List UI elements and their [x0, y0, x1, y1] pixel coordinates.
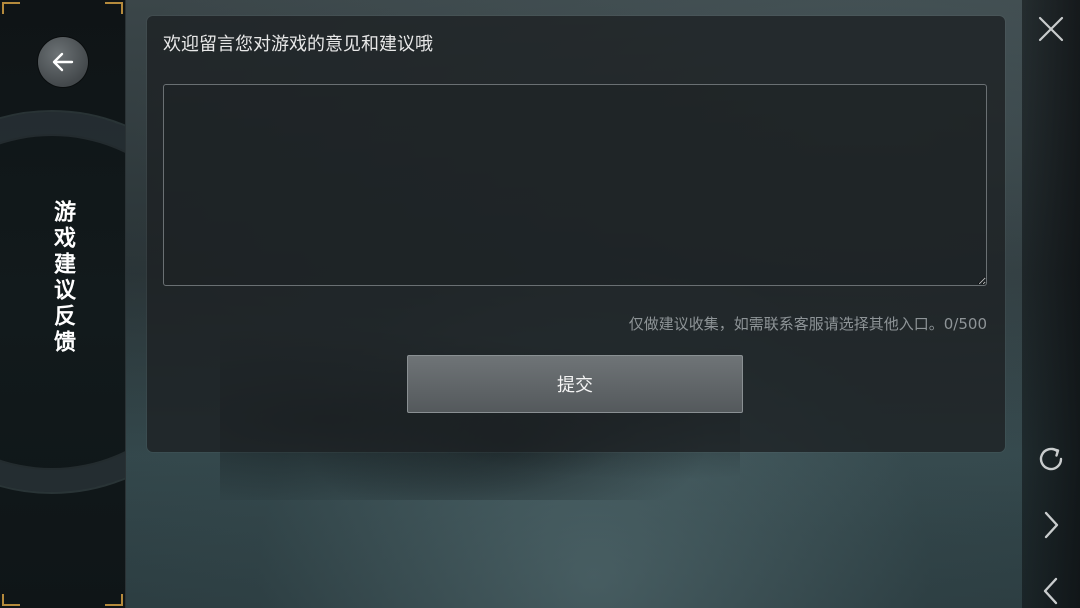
arrow-left-icon: [52, 52, 74, 72]
submit-button-label: 提交: [557, 375, 593, 396]
refresh-button[interactable]: [1030, 438, 1072, 480]
corner-ornament: [105, 2, 123, 14]
forward-button[interactable]: [1030, 504, 1072, 546]
panel-title: 欢迎留言您对游戏的意见和建议哦: [163, 34, 433, 55]
close-icon: [1038, 16, 1064, 42]
game-screen: 游戏建议反馈 欢迎留言您对游戏的意见和建议哦 仅做建议收集，如需联系客服请选择其…: [0, 0, 1080, 608]
chevron-left-icon: [1043, 577, 1058, 605]
back-button[interactable]: [38, 37, 88, 87]
close-button[interactable]: [1030, 8, 1072, 50]
character-count-hint: 仅做建议收集，如需联系客服请选择其他入口。0/500: [628, 315, 987, 333]
corner-ornament: [2, 2, 20, 14]
feedback-textarea[interactable]: [163, 84, 987, 286]
feedback-panel: 欢迎留言您对游戏的意见和建议哦 仅做建议收集，如需联系客服请选择其他入口。0/5…: [147, 16, 1005, 452]
sidebar: 游戏建议反馈: [0, 0, 126, 608]
chevron-right-icon: [1044, 511, 1059, 539]
corner-ornament: [2, 594, 20, 606]
right-control-strip: [1022, 0, 1080, 608]
submit-button[interactable]: 提交: [407, 355, 743, 413]
sidebar-title: 游戏建议反馈: [50, 200, 75, 356]
refresh-icon: [1039, 447, 1063, 471]
back-nav-button[interactable]: [1030, 570, 1072, 608]
corner-ornament: [105, 594, 123, 606]
